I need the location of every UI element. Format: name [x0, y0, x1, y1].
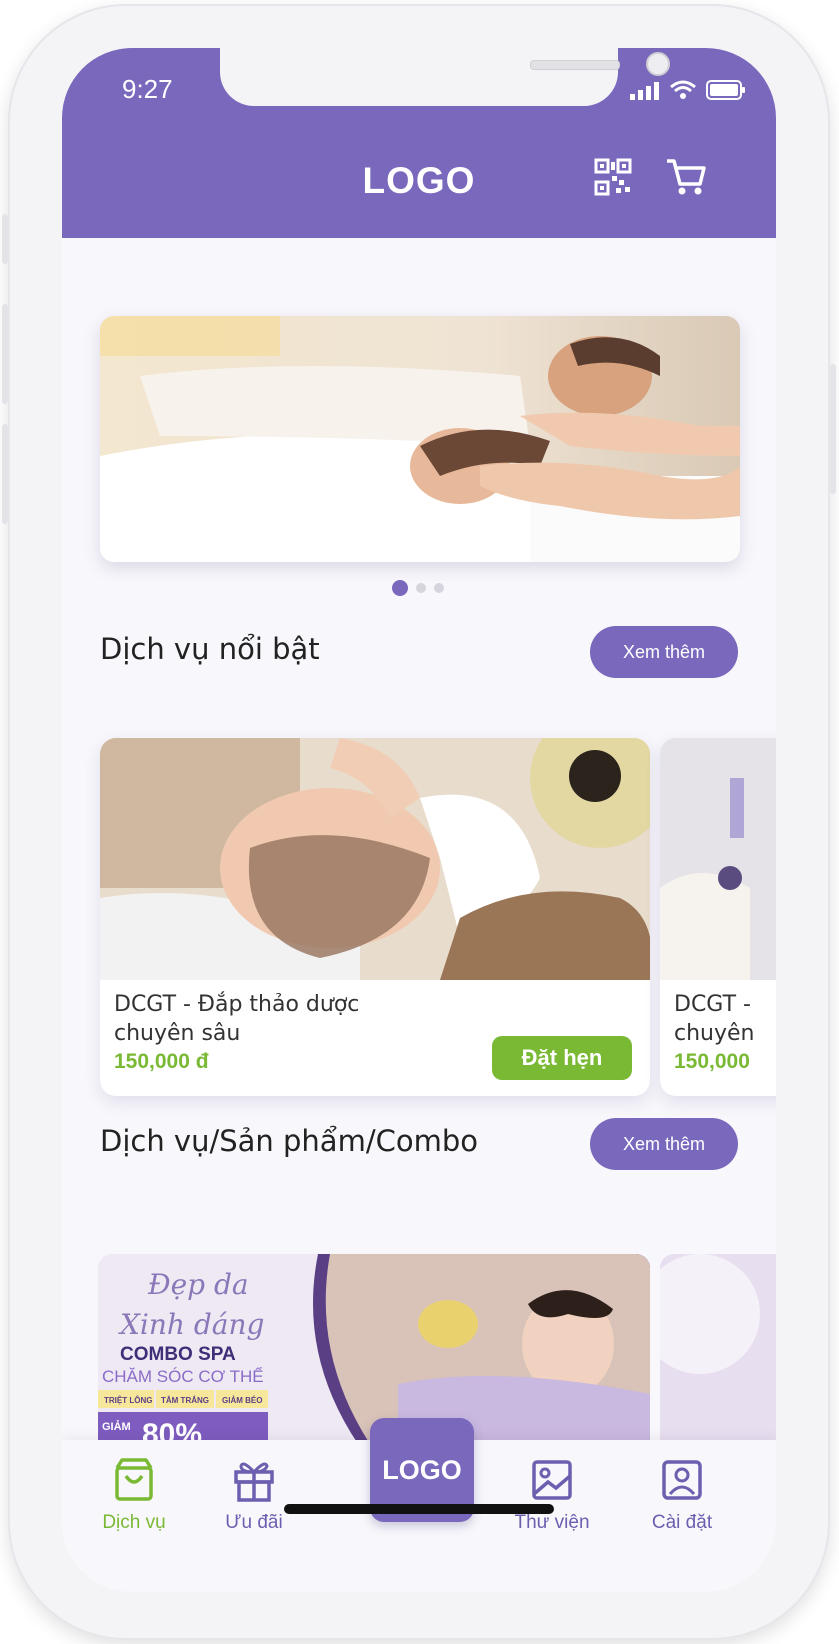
pagination-dot-1[interactable]	[392, 580, 408, 596]
combo-tag-3: GIẢM BÉO	[222, 1396, 262, 1405]
tab-label: Cài đặt	[651, 1512, 713, 1533]
home-indicator[interactable]	[284, 1504, 554, 1514]
shopping-bag-icon	[115, 1458, 153, 1501]
combo-script-line1: Đẹp da	[147, 1268, 249, 1301]
user-portrait-icon	[662, 1460, 702, 1500]
wifi-icon	[670, 80, 696, 99]
combo-promo-image: Đẹp da Xinh dáng COMBO SPA CHĂM SÓC CƠ T…	[98, 1254, 650, 1444]
combo-tag-2: TẮM TRẮNG	[161, 1396, 209, 1405]
pagination-dot-3[interactable]	[434, 583, 444, 593]
tab-label: Dịch vụ	[102, 1512, 166, 1533]
combo-promo-image	[660, 1254, 776, 1444]
status-time: 9:27	[122, 74, 173, 104]
cart-icon[interactable]	[666, 158, 706, 196]
service-name-line2: chuyên sâu	[114, 1021, 241, 1046]
image-icon	[532, 1460, 572, 1500]
tab-label: Thư viện	[514, 1512, 590, 1533]
combo-tag-1: TRIỆT LÔNG	[104, 1396, 152, 1405]
banner-image	[100, 316, 740, 562]
featured-see-more-button[interactable]: Xem thêm	[590, 626, 738, 678]
front-camera	[646, 52, 670, 76]
combo-section-title: Dịch vụ/Sản phẩm/Combo	[100, 1124, 478, 1158]
volume-down-button	[2, 424, 8, 524]
speaker	[530, 60, 620, 70]
tab-gallery[interactable]: Thư viện	[492, 1456, 612, 1534]
combo-discount-prefix: GIẢM	[102, 1420, 131, 1433]
side-button	[2, 214, 8, 264]
service-card[interactable]: DCGT - chuyên 150,000	[660, 738, 776, 1096]
qr-code-icon[interactable]	[594, 158, 632, 196]
combo-script-line2: Xinh dáng	[118, 1308, 264, 1341]
volume-up-button	[2, 304, 8, 404]
combo-promo-card[interactable]: Đẹp da Xinh dáng COMBO SPA CHĂM SÓC CƠ T…	[98, 1254, 650, 1444]
service-name-line1: DCGT -	[674, 992, 751, 1017]
signal-icon	[630, 82, 659, 100]
tab-label: Ưu đãi	[225, 1512, 283, 1533]
status-icons	[630, 80, 746, 100]
combo-promo-card[interactable]	[660, 1254, 776, 1444]
service-card-name: DCGT - Đắp thảo dược chuyên sâu	[114, 990, 414, 1048]
app-screen: 9:27 LOGO Dịch vụ nổi bật Xem thêm DCGT …	[62, 48, 776, 1592]
book-appointment-button[interactable]: Đặt hẹn	[492, 1036, 632, 1080]
service-card-price: 150,000 đ	[114, 1050, 209, 1073]
tab-settings[interactable]: Cài đặt	[622, 1456, 742, 1534]
service-card-image	[100, 738, 650, 980]
tab-services[interactable]: Dịch vụ	[74, 1456, 194, 1534]
service-card-image	[660, 738, 776, 980]
featured-section-title: Dịch vụ nổi bật	[100, 632, 320, 666]
combo-subheadline: CHĂM SÓC CƠ THỂ	[102, 1367, 264, 1386]
service-card-price: 150,000	[674, 1050, 750, 1073]
pagination-dot-2[interactable]	[416, 583, 426, 593]
service-name-line2: chuyên	[674, 1021, 755, 1046]
combo-headline: COMBO SPA	[120, 1344, 236, 1365]
service-name-line1: DCGT - Đắp thảo dược	[114, 992, 360, 1017]
battery-icon	[706, 80, 745, 100]
hero-banner[interactable]	[100, 316, 740, 562]
banner-pagination[interactable]	[392, 580, 444, 596]
service-card[interactable]: DCGT - Đắp thảo dược chuyên sâu 150,000 …	[100, 738, 650, 1096]
combo-see-more-button[interactable]: Xem thêm	[590, 1118, 738, 1170]
power-button	[830, 364, 836, 494]
service-card-name: DCGT - chuyên	[674, 990, 776, 1048]
device-notch	[220, 48, 670, 106]
gift-icon	[234, 1462, 274, 1502]
tab-offers[interactable]: Ưu đãi	[194, 1456, 314, 1534]
